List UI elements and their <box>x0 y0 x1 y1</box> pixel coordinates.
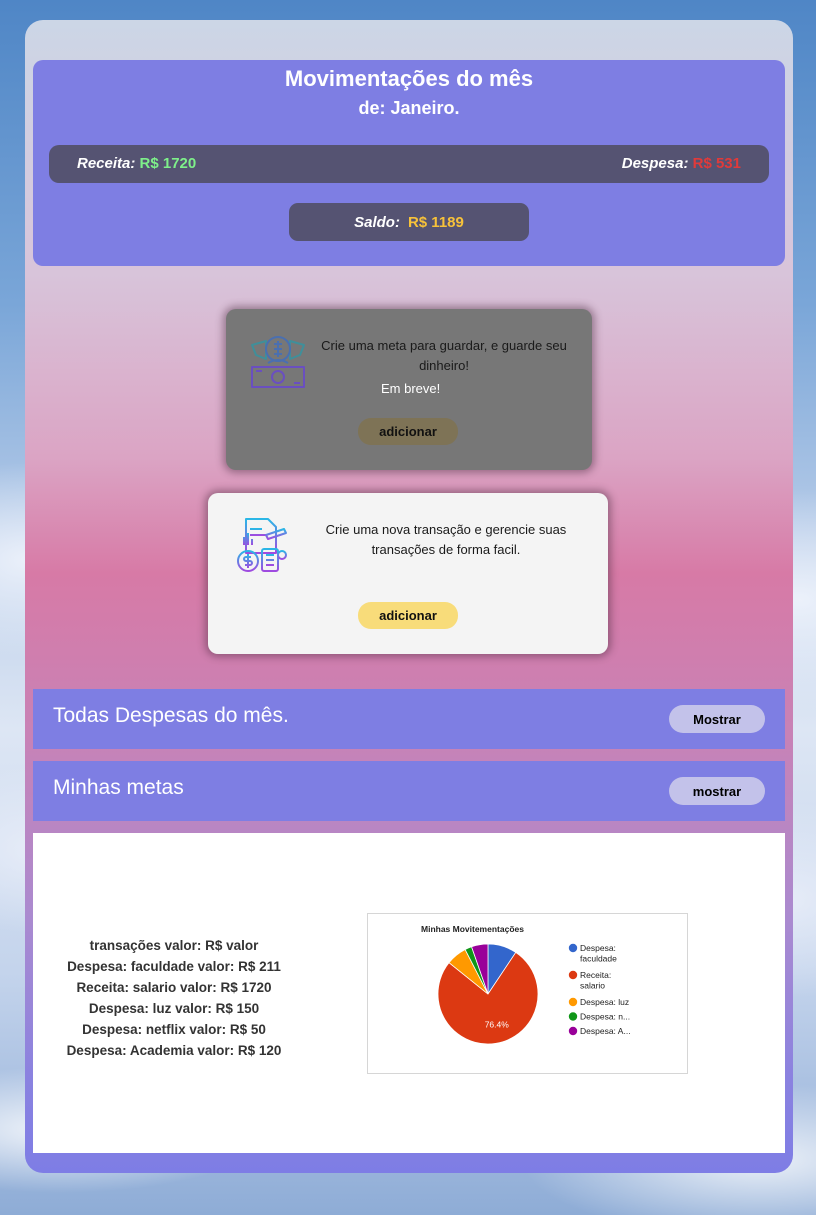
expenses-section: Todas Despesas do mês. Mostrar <box>33 689 785 749</box>
legend-label: Despesa: n... <box>580 1012 630 1022</box>
month-subtitle: de: Janeiro. <box>358 98 460 118</box>
transactions-panel: transações valor: R$ valor Despesa: facu… <box>33 833 785 1153</box>
coming-soon-label: Em breve! <box>381 381 441 396</box>
list-item: Despesa: faculdade valor: R$ 211 <box>67 959 281 974</box>
pie-chart-svg: Minhas Movitementações 76.4% Despesa: facu… <box>421 924 631 1045</box>
despesa-summary: Despesa: R$ 531 <box>622 155 741 172</box>
month-summary-panel: Movimentações do mês de: Janeiro. Receit… <box>33 60 785 266</box>
saldo-label: Saldo: <box>354 213 400 231</box>
page-title: Movimentações do mês <box>284 66 534 91</box>
despesa-label: Despesa: <box>621 155 689 172</box>
expenses-section-title: Todas Despesas do mês. <box>53 704 289 727</box>
transactions-list: transações valor: R$ valor Despesa: facu… <box>43 935 305 1061</box>
pie-slice-label: 76.4% <box>485 1020 510 1030</box>
transactions-list-header: transações valor: R$ valor <box>89 938 259 953</box>
despesa-value: R$ 531 <box>692 155 741 172</box>
main-card: Movimentações do mês de: Janeiro. Receit… <box>25 20 793 1173</box>
legend-marker <box>568 970 578 980</box>
transaction-card: Crie uma nova transação e gerencie suas … <box>208 493 608 654</box>
goals-section: Minhas metas mostrar <box>33 761 785 821</box>
list-item: Receita: salario valor: R$ 1720 <box>76 980 272 995</box>
saldo-value: R$ 1189 <box>407 213 464 231</box>
legend-label: Receita: salario <box>580 970 611 991</box>
legend-label: Despesa: luz <box>580 997 629 1007</box>
goal-card: Crie uma meta para guardar, e guarde seu… <box>226 309 592 470</box>
goals-section-title: Minhas metas <box>53 776 184 799</box>
chart-title: Minhas Movitementações <box>421 924 524 934</box>
add-transaction-button[interactable]: adicionar <box>358 602 458 629</box>
list-item: Despesa: netflix valor: R$ 50 <box>82 1022 266 1037</box>
transactions-pie-chart: Minhas Movitementações 76.4% Despesa: facu… <box>367 913 688 1074</box>
finance-document-icon <box>232 515 292 579</box>
receita-summary: Receita: R$ 1720 <box>77 155 196 172</box>
transaction-description: Crie uma nova transação e gerencie suas … <box>325 522 567 557</box>
receita-label: Receita: <box>77 155 136 172</box>
legend-label: Despesa: faculdade <box>580 943 617 964</box>
saldo-box: Saldo: R$ 1189 <box>289 203 529 241</box>
legend-label: Despesa: A... <box>580 1026 631 1036</box>
receita-value: R$ 1720 <box>139 155 197 172</box>
legend-marker <box>568 1026 578 1036</box>
show-expenses-button[interactable]: Mostrar <box>669 705 765 733</box>
list-item: Despesa: luz valor: R$ 150 <box>88 1001 260 1016</box>
list-item: Despesa: Academia valor: R$ 120 <box>66 1043 282 1058</box>
goal-description: Crie uma meta para guardar, e guarde seu… <box>321 338 567 373</box>
legend-marker <box>568 997 578 1007</box>
legend-marker <box>568 943 578 953</box>
totals-bar: Receita: R$ 1720 Despesa: R$ 531 <box>49 145 769 183</box>
legend-marker <box>568 1012 578 1021</box>
show-goals-button[interactable]: mostrar <box>669 777 765 805</box>
add-goal-button[interactable]: adicionar <box>358 418 458 445</box>
money-goal-icon <box>248 333 308 395</box>
